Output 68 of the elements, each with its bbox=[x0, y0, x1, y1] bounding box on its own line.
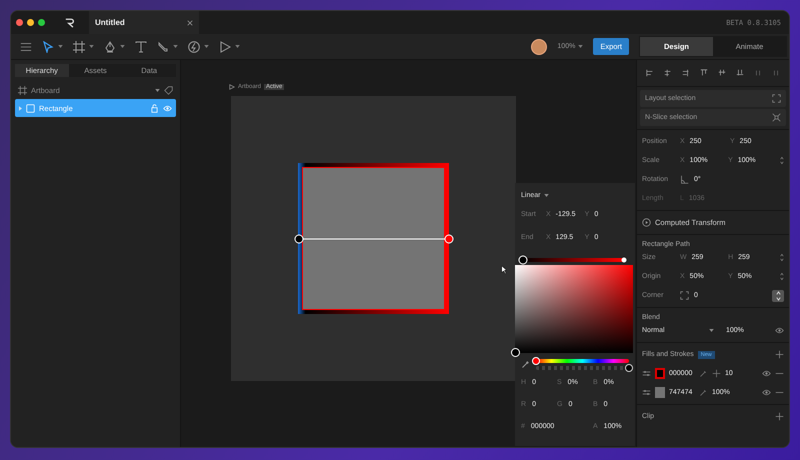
gradient-line-drawing[interactable] bbox=[294, 234, 454, 244]
cursor-icon bbox=[501, 265, 508, 274]
rectangle-icon bbox=[26, 104, 35, 112]
opacity-thumb[interactable] bbox=[625, 364, 633, 372]
caret-icon bbox=[578, 45, 584, 48]
color-swatch[interactable] bbox=[655, 387, 665, 398]
minimize-window-button[interactable] bbox=[27, 19, 34, 26]
align-icon[interactable] bbox=[754, 69, 762, 77]
hue-thumb[interactable] bbox=[532, 357, 540, 365]
eyedropper-icon[interactable] bbox=[699, 369, 708, 378]
chevron-icon[interactable] bbox=[155, 88, 160, 92]
align-icon[interactable] bbox=[646, 69, 654, 77]
slice-icon bbox=[772, 113, 781, 122]
maximize-window-button[interactable] bbox=[38, 19, 45, 26]
menu-icon[interactable] bbox=[20, 40, 32, 52]
eye-icon[interactable] bbox=[775, 326, 784, 335]
sliders-icon[interactable] bbox=[642, 388, 651, 397]
frame-icon[interactable] bbox=[73, 40, 85, 52]
align-icon[interactable] bbox=[718, 69, 726, 77]
brush-icon[interactable] bbox=[157, 40, 169, 52]
close-icon[interactable] bbox=[187, 20, 193, 26]
close-window-button[interactable] bbox=[16, 19, 23, 26]
lock-icon[interactable] bbox=[150, 104, 159, 112]
avatar[interactable] bbox=[531, 38, 548, 54]
caret-icon[interactable] bbox=[120, 45, 125, 48]
sliders-icon[interactable] bbox=[642, 369, 651, 378]
gradient-swatch[interactable] bbox=[655, 368, 665, 379]
align-icon[interactable] bbox=[682, 69, 690, 77]
expand-icon bbox=[772, 94, 781, 103]
caret-icon bbox=[544, 194, 550, 196]
gradient-rectangle[interactable] bbox=[298, 163, 449, 314]
lightning-icon[interactable] bbox=[188, 40, 200, 52]
eye-icon[interactable] bbox=[762, 369, 771, 378]
caret-icon[interactable] bbox=[58, 45, 63, 48]
stroke-width-icon bbox=[712, 369, 721, 378]
logo-icon bbox=[65, 18, 75, 28]
stepper-icon[interactable] bbox=[780, 253, 784, 262]
document-title: Untitled bbox=[95, 18, 125, 27]
caret-icon[interactable] bbox=[173, 45, 178, 48]
caret-icon[interactable] bbox=[89, 45, 94, 48]
align-icon[interactable] bbox=[664, 69, 672, 77]
gradient-stops-bar[interactable] bbox=[517, 255, 629, 265]
play-icon[interactable] bbox=[219, 40, 231, 52]
caret-icon[interactable] bbox=[235, 45, 240, 48]
pointer-icon[interactable] bbox=[42, 40, 54, 52]
stepper-icon[interactable] bbox=[780, 156, 784, 165]
plus-icon[interactable] bbox=[775, 350, 784, 359]
play-circle-icon[interactable] bbox=[642, 218, 651, 227]
eyedropper-icon[interactable] bbox=[521, 360, 530, 369]
stepper-icon[interactable] bbox=[780, 272, 784, 281]
eyedropper-icon[interactable] bbox=[699, 388, 708, 397]
align-icon[interactable] bbox=[772, 69, 780, 77]
link-toggle-button[interactable] bbox=[772, 290, 784, 302]
angle-icon bbox=[680, 175, 689, 184]
align-icon[interactable] bbox=[736, 69, 744, 77]
document-tab[interactable]: Untitled bbox=[89, 11, 199, 34]
align-icon[interactable] bbox=[700, 69, 708, 77]
color-thumb[interactable] bbox=[511, 348, 520, 357]
tag-icon[interactable] bbox=[164, 86, 173, 94]
eye-icon[interactable] bbox=[762, 388, 771, 397]
caret-icon[interactable] bbox=[204, 45, 209, 48]
plus-icon[interactable] bbox=[775, 412, 784, 421]
corner-icon bbox=[680, 291, 689, 300]
pen-icon[interactable] bbox=[104, 40, 116, 52]
play-icon bbox=[229, 84, 235, 90]
text-tool-icon[interactable] bbox=[135, 40, 147, 52]
frame-icon bbox=[18, 86, 27, 94]
caret-icon bbox=[709, 329, 714, 332]
